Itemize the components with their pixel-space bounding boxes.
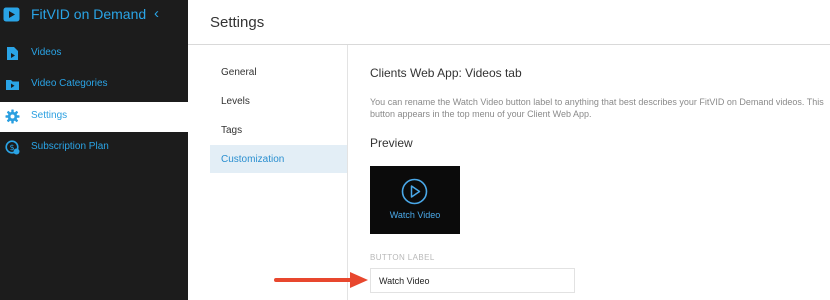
settings-nav-label: Customization — [221, 154, 285, 165]
column-divider — [347, 45, 348, 300]
chevron-left-icon[interactable]: ‹ — [154, 5, 159, 22]
gear-icon — [5, 109, 20, 124]
sidebar-item-videos[interactable]: Videos — [0, 39, 188, 69]
subscription-icon: $ — [5, 140, 20, 155]
page-title: Settings — [210, 14, 265, 31]
sidebar-item-label: Videos — [31, 47, 62, 58]
settings-nav-label: General — [221, 67, 257, 78]
settings-nav-label: Tags — [221, 125, 243, 136]
sidebar-item-video-categories[interactable]: Video Categories — [0, 70, 188, 100]
settings-nav-customization[interactable]: Customization — [210, 145, 347, 173]
video-folder-icon — [6, 80, 19, 90]
app-title: FitVID on Demand — [31, 6, 147, 22]
sidebar-item-label: Settings — [31, 110, 68, 121]
sidebar-item-label: Subscription Plan — [31, 141, 109, 152]
preview-heading: Preview — [370, 136, 413, 150]
sidebar-item-subscription-plan[interactable]: $ Subscription Plan — [0, 133, 188, 163]
annotation-arrow-icon — [274, 272, 368, 288]
settings-nav-tags[interactable]: Tags — [210, 116, 347, 144]
video-file-icon — [7, 47, 18, 60]
button-label-field-label: BUTTON LABEL — [370, 253, 435, 262]
button-label-input[interactable] — [370, 268, 575, 293]
sidebar-item-label: Video Categories — [31, 78, 108, 89]
play-circle-icon — [401, 178, 428, 205]
settings-nav-general[interactable]: General — [210, 58, 347, 86]
header-divider — [188, 44, 830, 45]
sidebar-header: FitVID on Demand ‹ — [0, 0, 188, 30]
preview-button-text: Watch Video — [389, 210, 441, 220]
settings-nav-levels[interactable]: Levels — [210, 87, 347, 115]
section-title: Clients Web App: Videos tab — [370, 66, 522, 80]
sidebar-item-settings[interactable]: Settings — [0, 102, 188, 132]
app-logo-icon — [3, 7, 20, 22]
settings-nav-label: Levels — [221, 96, 250, 107]
sidebar: FitVID on Demand ‹ Videos Video Categori… — [0, 0, 188, 300]
watch-video-preview: Watch Video — [370, 166, 460, 234]
section-description: You can rename the Watch Video button la… — [370, 97, 824, 119]
